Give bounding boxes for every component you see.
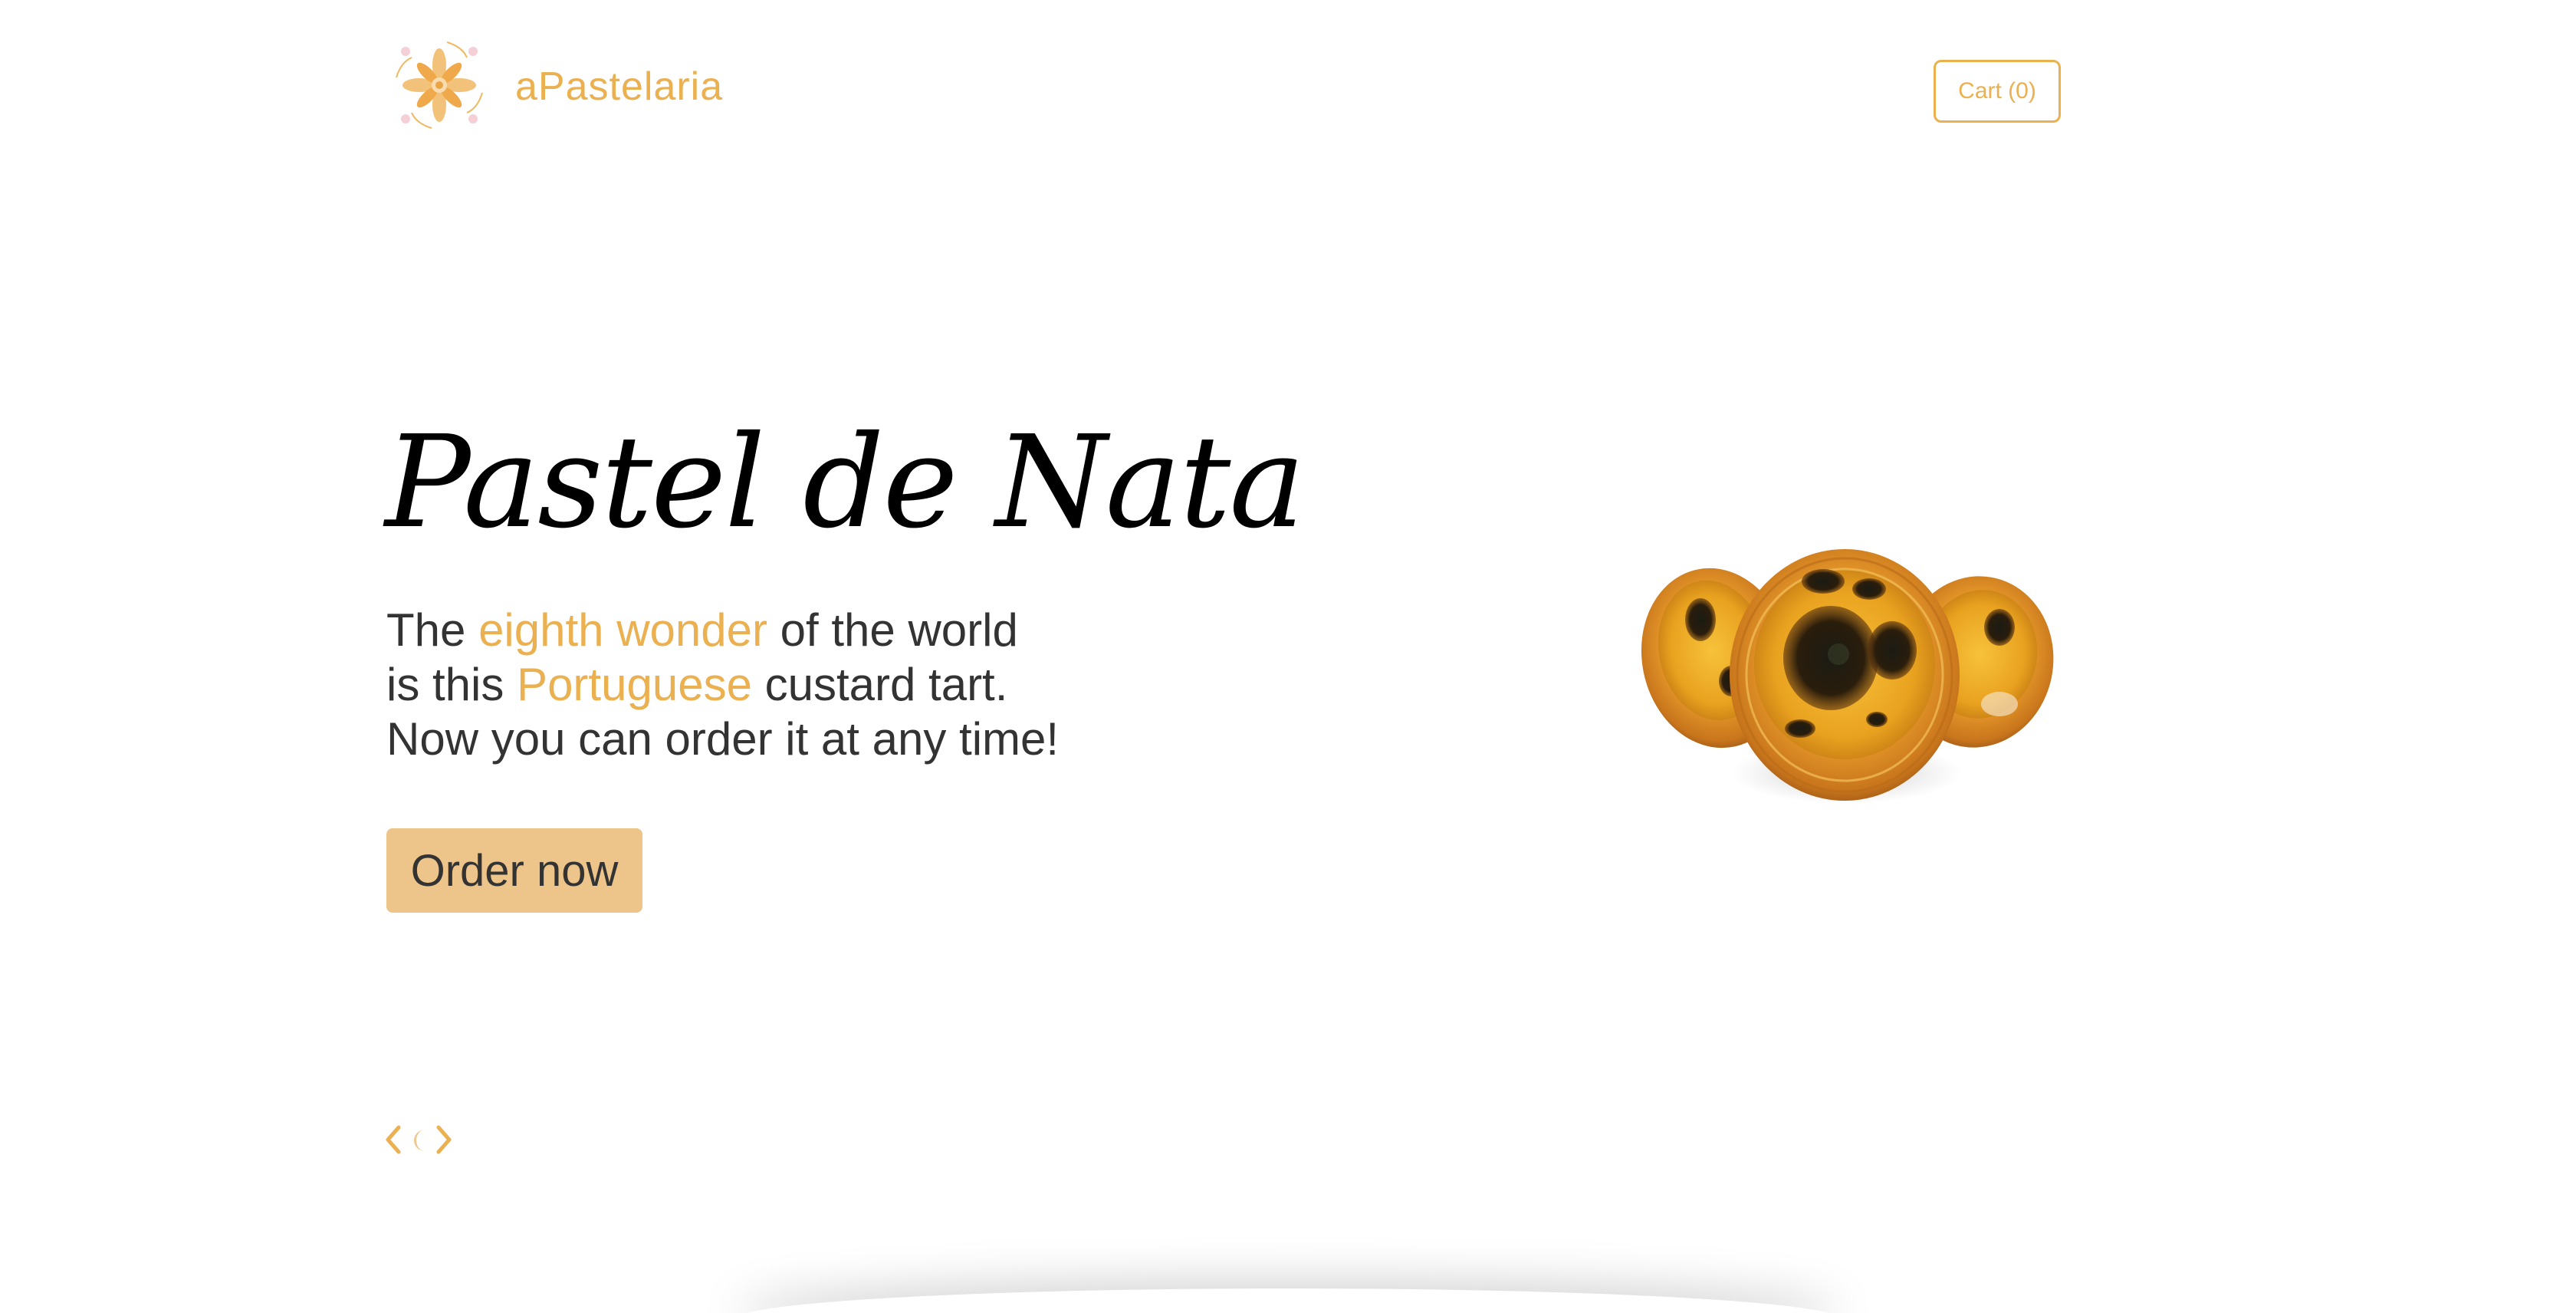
bottom-section-shadow: [736, 1288, 1840, 1313]
chevron-right-icon[interactable]: [434, 1124, 454, 1155]
hero-line-1-post: of the world: [767, 604, 1018, 656]
hero-line-2: is this Portuguese custard tart.: [386, 657, 1059, 712]
hero-line-3: Now you can order it at any time!: [386, 713, 1060, 765]
hero-accent-portuguese: Portuguese: [517, 659, 752, 710]
chevron-left-icon[interactable]: [383, 1124, 403, 1155]
brand-name[interactable]: aPastelaria: [515, 60, 723, 114]
hero-line-1-pre: The: [386, 604, 479, 656]
custard-tart-image: [1641, 549, 2054, 804]
hero-title: Pastel de Nata: [385, 409, 1305, 557]
hero-line-2-post: custard tart.: [751, 659, 1008, 710]
hero-accent-eighth-wonder: eighth wonder: [478, 604, 767, 656]
hero-line-1: The eighth wonder of the world: [386, 603, 1059, 657]
hero-description: The eighth wonder of the world is this P…: [386, 603, 1059, 766]
page: aPastelaria Cart (0) Pastel de Nata The …: [0, 0, 2576, 1313]
logo-icon[interactable]: [391, 35, 488, 135]
hero-line-2-pre: is this: [386, 659, 518, 710]
slider-controls: [383, 1124, 457, 1161]
cart-button[interactable]: Cart (0): [1934, 60, 2061, 123]
moon-icon[interactable]: [408, 1127, 432, 1153]
order-now-button[interactable]: Order now: [386, 828, 642, 913]
